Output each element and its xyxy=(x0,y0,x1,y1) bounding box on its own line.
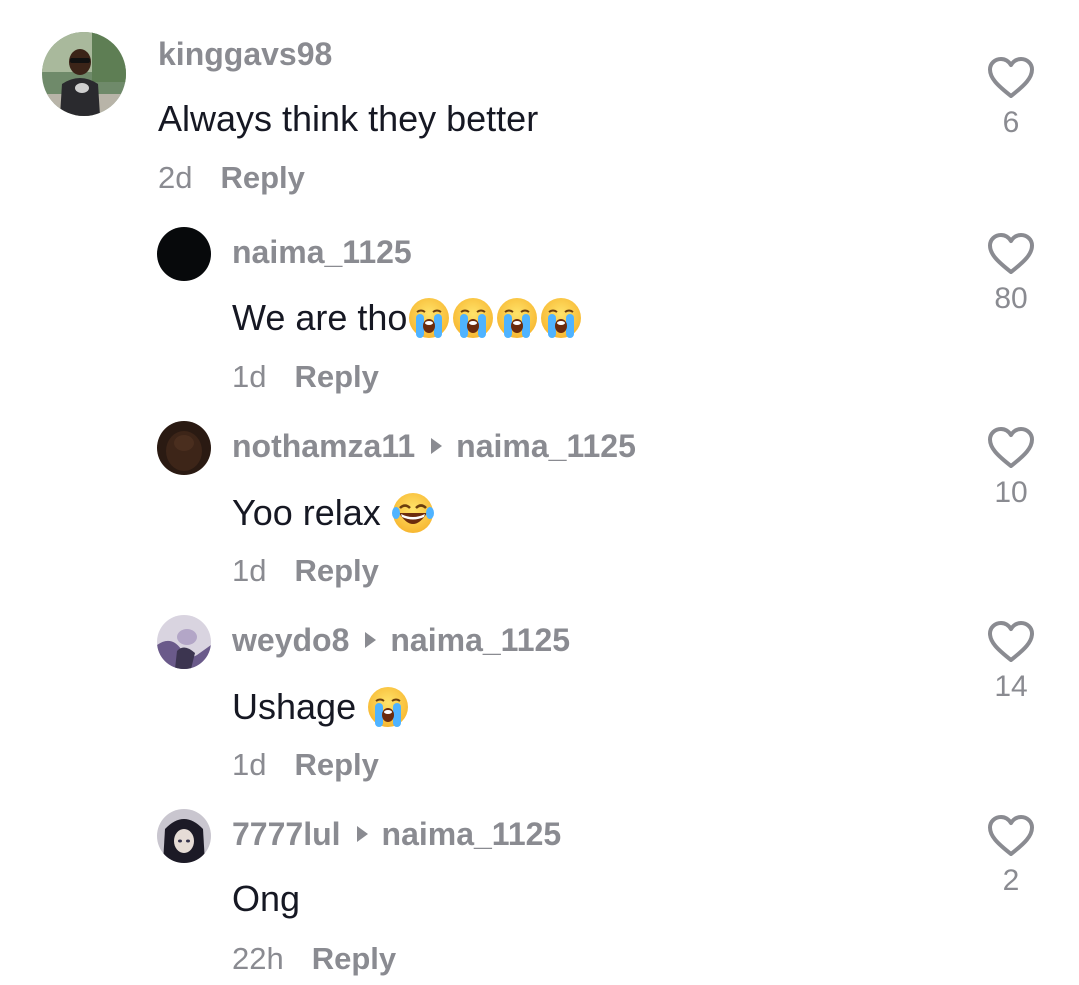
comment-body: Ong xyxy=(232,878,301,919)
like-count: 14 xyxy=(994,670,1028,703)
comment-text: Yoo relax xyxy=(232,491,435,535)
comment-username[interactable]: weydo8 naima_1125 xyxy=(232,624,570,656)
comment-meta: 2d Reply xyxy=(158,162,305,193)
comment-username[interactable]: 7777lul naima_1125 xyxy=(232,818,561,850)
comment-meta: 1d Reply xyxy=(232,555,379,586)
heart-icon[interactable] xyxy=(987,620,1035,664)
heart-icon[interactable] xyxy=(987,232,1035,276)
loudly-crying-face-icon xyxy=(451,296,495,340)
heart-icon[interactable] xyxy=(987,56,1035,100)
username-text[interactable]: nothamza11 xyxy=(232,430,415,462)
like-button[interactable]: 10 xyxy=(981,426,1041,508)
like-count: 80 xyxy=(994,282,1028,315)
comment-time: 22h xyxy=(232,941,284,976)
reply-arrow-icon xyxy=(365,632,377,648)
reply-button[interactable]: Reply xyxy=(312,943,396,974)
like-button[interactable]: 6 xyxy=(981,56,1041,138)
comment-time: 1d xyxy=(232,359,267,394)
comment-text: Ong xyxy=(232,881,300,917)
like-count: 6 xyxy=(1002,106,1020,139)
heart-icon[interactable] xyxy=(987,814,1035,858)
username-text[interactable]: 7777lul xyxy=(232,818,341,850)
reply-button[interactable]: Reply xyxy=(294,749,378,780)
like-count: 2 xyxy=(1002,864,1020,897)
reply-to-username[interactable]: naima_1125 xyxy=(382,818,562,850)
username-text[interactable]: kinggavs98 xyxy=(158,38,332,70)
comment-time: 1d xyxy=(232,553,267,588)
username-text[interactable]: weydo8 xyxy=(232,624,349,656)
comment-body: We are tho xyxy=(232,297,408,338)
comment-meta: 22h Reply xyxy=(232,943,396,974)
comment-text: Ushage xyxy=(232,685,410,729)
comment-body: Yoo relax xyxy=(232,492,391,533)
comment-meta: 1d Reply xyxy=(232,361,379,392)
reply-to-username[interactable]: naima_1125 xyxy=(456,430,636,462)
avatar[interactable] xyxy=(42,32,126,116)
avatar[interactable] xyxy=(157,809,211,863)
username-text[interactable]: naima_1125 xyxy=(232,236,412,268)
comment-text: We are tho xyxy=(232,296,583,340)
like-button[interactable]: 14 xyxy=(981,620,1041,702)
reply-button[interactable]: Reply xyxy=(294,555,378,586)
reply-button[interactable]: Reply xyxy=(294,361,378,392)
avatar[interactable] xyxy=(157,227,211,281)
like-button[interactable]: 2 xyxy=(981,814,1041,896)
loudly-crying-face-icon xyxy=(407,296,451,340)
comment-username[interactable]: kinggavs98 xyxy=(158,38,332,70)
comment-username[interactable]: naima_1125 xyxy=(232,236,412,268)
like-button[interactable]: 80 xyxy=(981,232,1041,314)
comment-body: Always think they better xyxy=(158,98,539,139)
comment-meta: 1d Reply xyxy=(232,749,379,780)
comment-time: 1d xyxy=(232,747,267,782)
reply-arrow-icon xyxy=(431,438,443,454)
comment-username[interactable]: nothamza11 naima_1125 xyxy=(232,430,636,462)
comment-text: Always think they better xyxy=(158,101,538,137)
face-with-tears-of-joy-icon xyxy=(391,491,435,535)
avatar[interactable] xyxy=(157,615,211,669)
reply-arrow-icon xyxy=(356,826,368,842)
loudly-crying-face-icon xyxy=(495,296,539,340)
comment-body: Ushage xyxy=(232,686,367,727)
like-count: 10 xyxy=(994,476,1028,509)
reply-button[interactable]: Reply xyxy=(220,162,304,193)
heart-icon[interactable] xyxy=(987,426,1035,470)
loudly-crying-face-icon xyxy=(539,296,583,340)
comment-time: 2d xyxy=(158,160,193,195)
reply-to-username[interactable]: naima_1125 xyxy=(390,624,570,656)
loudly-crying-face-icon xyxy=(366,685,410,729)
avatar[interactable] xyxy=(157,421,211,475)
